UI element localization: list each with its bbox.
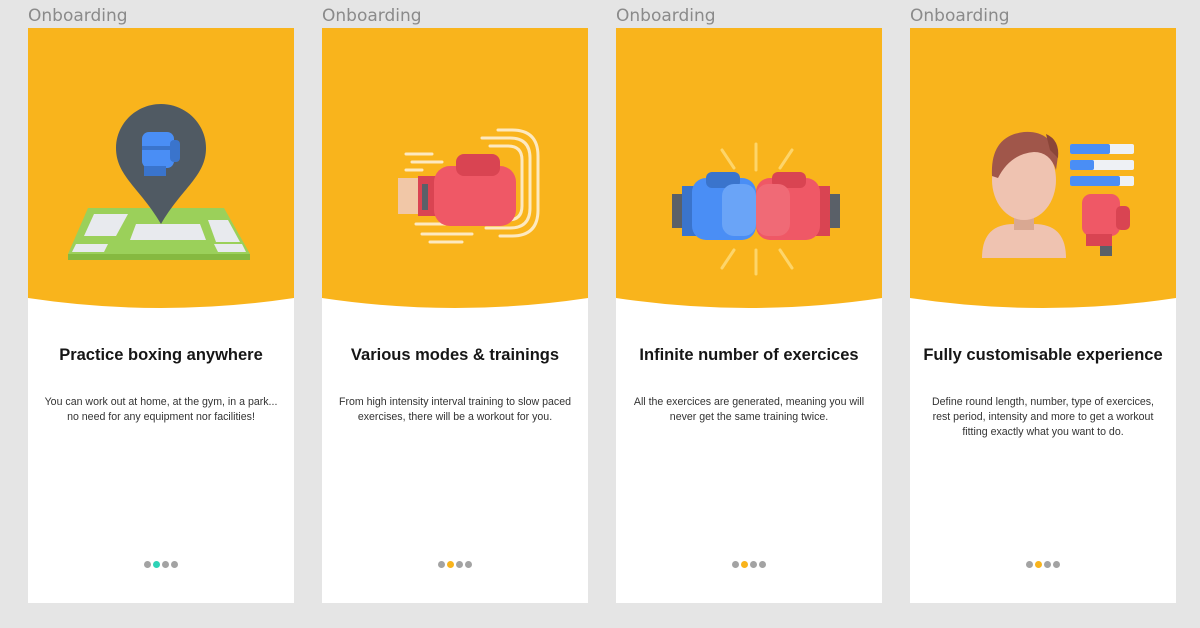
screen-title: Various modes & trainings [350,346,560,364]
pagination-dot[interactable] [732,561,739,568]
screen-description: All the exercices are generated, meaning… [633,396,865,423]
screen-title: Infinite number of exercices [639,346,859,364]
screen-title: Practice boxing anywhere [59,346,263,364]
pagination-dot-active[interactable] [153,561,160,568]
map-pin-boxing-glove-icon [68,104,250,260]
frame-label: Onboarding [910,6,1010,26]
pagination-dots[interactable] [616,561,882,568]
pagination-dots[interactable] [322,561,588,568]
frame-label: Onboarding [28,6,128,26]
pagination-dot-active[interactable] [447,561,454,568]
gloves-bump-icon [672,142,840,276]
pagination-dot[interactable] [759,561,766,568]
pagination-dot[interactable] [162,561,169,568]
screen-description: You can work out at home, at the gym, in… [44,396,278,423]
hero-banner [322,28,588,313]
pagination-dot[interactable] [438,561,445,568]
hero-banner [28,28,294,313]
boxer-profile-icon [982,131,1134,258]
pagination-dot[interactable] [465,561,472,568]
pagination-dot[interactable] [1026,561,1033,568]
pagination-dot-active[interactable] [1035,561,1042,568]
screen-description: Define round length, number, type of exe… [931,396,1154,438]
onboarding-screen-4: Fully customisable experience Define rou… [910,28,1176,603]
pagination-dot[interactable] [1053,561,1060,568]
pagination-dot[interactable] [1044,561,1051,568]
onboarding-screen-1: Practice boxing anywhere You can work ou… [28,28,294,603]
hero-banner [616,28,882,313]
pagination-dot-active[interactable] [741,561,748,568]
hero-banner [910,28,1176,313]
screen-description: From high intensity interval training to… [339,396,571,423]
punching-glove-icon [398,128,540,244]
pagination-dot[interactable] [144,561,151,568]
pagination-dot[interactable] [750,561,757,568]
onboarding-screen-3: Infinite number of exercices All the exe… [616,28,882,603]
pagination-dot[interactable] [171,561,178,568]
screen-title: Fully customisable experience [923,346,1163,364]
pagination-dots[interactable] [28,561,294,568]
frame-label: Onboarding [616,6,716,26]
pagination-dots[interactable] [910,561,1176,568]
pagination-dot[interactable] [456,561,463,568]
frame-label: Onboarding [322,6,422,26]
onboarding-screen-2: Various modes & trainings From high inte… [322,28,588,603]
